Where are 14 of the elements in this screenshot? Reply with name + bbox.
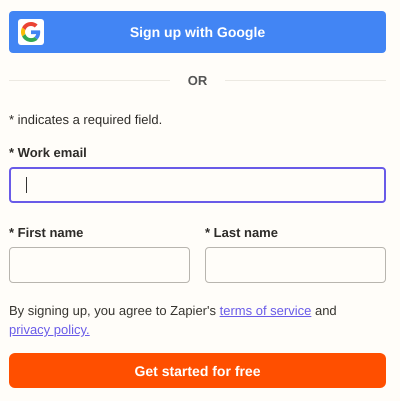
required-note: * indicates a required field.	[9, 112, 164, 127]
consent-text: By signing up, you agree to Zapier's terms of service and privacy policy.	[9, 302, 338, 339]
input-field[interactable]	[9, 247, 190, 283]
terms-link[interactable]: terms of service	[220, 303, 312, 318]
get-started-button[interactable]: Get started for free	[9, 353, 386, 388]
input-field[interactable]	[9, 167, 386, 203]
field-label: * First name	[9, 225, 84, 240]
google-signup-button[interactable]: Sign up with Google	[9, 11, 386, 53]
divider-label: OR	[188, 73, 208, 88]
google-logo-icon	[18, 19, 44, 45]
field-label: * Work email	[9, 145, 88, 160]
privacy-link[interactable]: privacy policy.	[9, 322, 90, 337]
input-field[interactable]	[205, 247, 386, 283]
field-label: * Last name	[205, 225, 279, 240]
